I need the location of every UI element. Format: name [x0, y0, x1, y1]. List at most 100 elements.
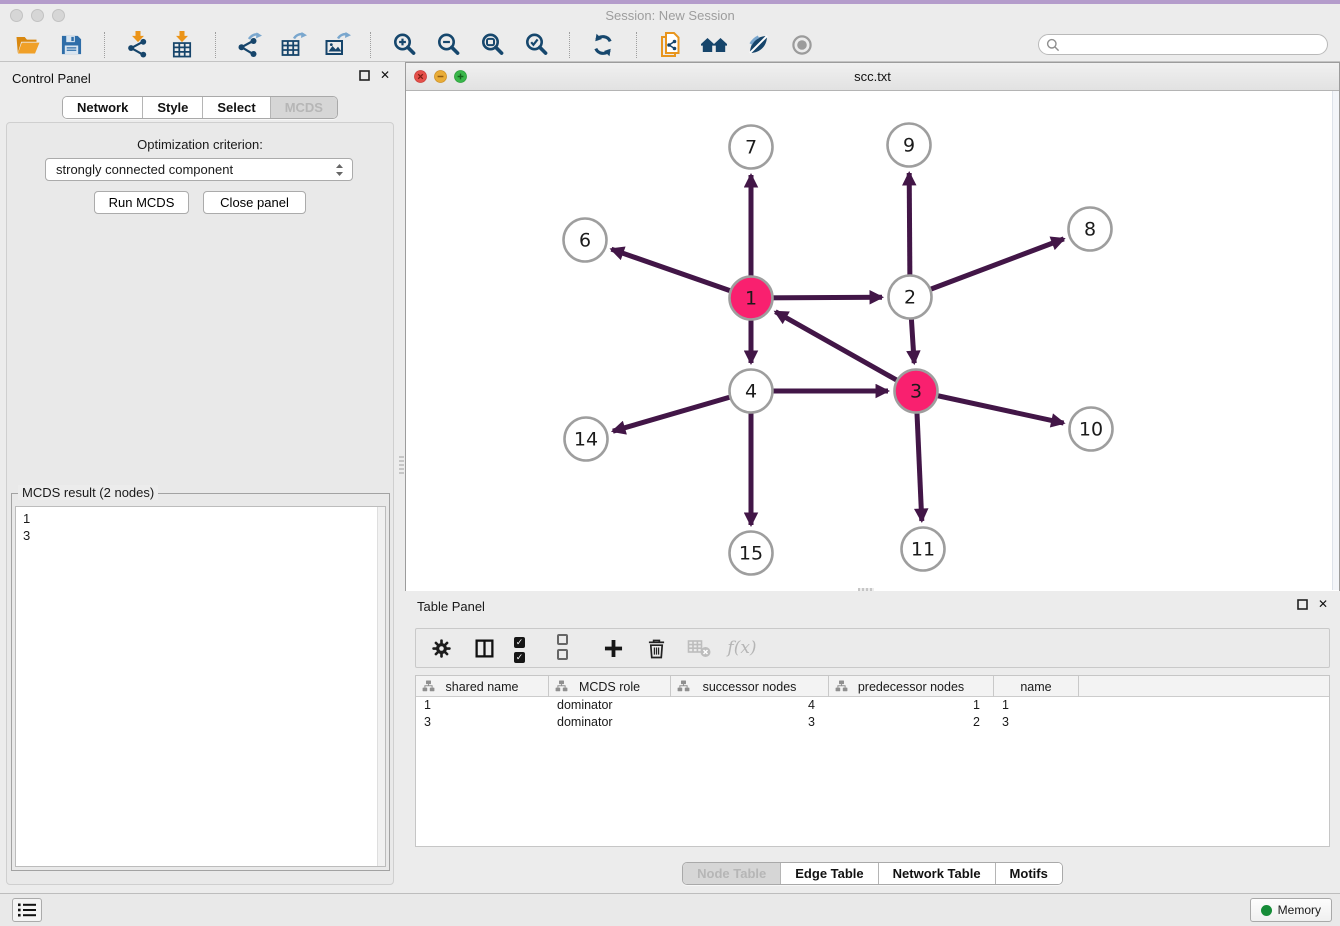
float-table-panel-icon[interactable] — [1297, 599, 1308, 610]
float-panel-icon[interactable] — [359, 70, 370, 81]
column-header-mcds-role[interactable]: MCDS role — [549, 676, 671, 697]
table-toolbar: ✓✓ — [415, 628, 1330, 668]
show-columns-button[interactable] — [471, 634, 497, 662]
svg-text:14: 14 — [574, 429, 598, 451]
import-network-icon — [126, 31, 150, 58]
export-network-button[interactable] — [234, 31, 264, 59]
zoom-out-button[interactable] — [433, 31, 463, 59]
result-scrollbar[interactable] — [377, 507, 385, 866]
save-session-button[interactable] — [56, 31, 86, 59]
table-tab-node-table[interactable]: Node Table — [683, 863, 780, 884]
checked-boxes-icon: ✓✓ — [514, 633, 540, 663]
table-tabs: Node TableEdge TableNetwork TableMotifs — [405, 862, 1340, 885]
open-session-button[interactable] — [12, 31, 42, 59]
cell-predecessor-nodes: 2 — [829, 714, 994, 730]
splitter-grip[interactable] — [399, 456, 404, 474]
export-image-button[interactable] — [322, 31, 352, 59]
result-line: 3 — [16, 527, 385, 544]
edge-2-8[interactable] — [910, 239, 1064, 297]
node-11[interactable]: 11 — [902, 528, 945, 571]
memory-button[interactable]: Memory — [1250, 898, 1332, 922]
columns-icon — [474, 638, 495, 659]
duplicate-network-button[interactable] — [655, 31, 685, 59]
zoom-fit-icon — [480, 32, 505, 57]
node-14[interactable]: 14 — [565, 418, 608, 461]
close-panel-icon[interactable]: ✕ — [380, 70, 390, 81]
mcds-result-group: MCDS result (2 nodes) 13 — [11, 493, 390, 871]
zoom-in-button[interactable] — [389, 31, 419, 59]
mcds-result-list[interactable]: 13 — [15, 506, 386, 867]
close-panel-button[interactable]: Close panel — [203, 191, 306, 214]
table-tab-motifs[interactable]: Motifs — [995, 863, 1062, 884]
fx-icon: f(x) — [727, 638, 756, 658]
zoom-selected-button[interactable] — [521, 31, 551, 59]
criterion-select[interactable]: strongly connected component — [45, 158, 353, 181]
tree-column-icon — [677, 680, 690, 692]
function-builder-button[interactable]: f(x) — [729, 634, 755, 662]
criterion-value: strongly connected component — [56, 162, 233, 177]
create-column-button[interactable] — [600, 634, 626, 662]
node-8[interactable]: 8 — [1069, 208, 1112, 251]
import-table-button[interactable] — [167, 31, 197, 59]
node-4[interactable]: 4 — [730, 370, 773, 413]
delete-table-button[interactable] — [686, 634, 712, 662]
column-header-predecessor-nodes[interactable]: predecessor nodes — [829, 676, 994, 697]
zoom-fit-button[interactable] — [477, 31, 507, 59]
node-6[interactable]: 6 — [564, 219, 607, 262]
tab-mcds[interactable]: MCDS — [270, 97, 337, 118]
svg-text:4: 4 — [745, 381, 757, 403]
svg-text:3: 3 — [910, 381, 922, 403]
search-input[interactable] — [1038, 34, 1328, 55]
column-header-name[interactable]: name — [994, 676, 1079, 697]
home-button[interactable] — [699, 31, 729, 59]
tab-select[interactable]: Select — [202, 97, 269, 118]
network-scrollbar[interactable] — [1332, 91, 1339, 590]
export-table-button[interactable] — [278, 31, 308, 59]
tab-style[interactable]: Style — [142, 97, 202, 118]
refresh-button[interactable] — [588, 31, 618, 59]
svg-text:11: 11 — [911, 539, 935, 561]
toolbar-separator — [569, 32, 570, 58]
cell-successor-nodes: 3 — [671, 714, 829, 730]
table-tab-edge-table[interactable]: Edge Table — [780, 863, 877, 884]
zoom-out-icon — [436, 32, 461, 57]
zoom-selected-icon — [524, 32, 549, 57]
delete-column-button[interactable] — [643, 634, 669, 662]
node-3[interactable]: 3 — [895, 370, 938, 413]
table-tab-network-table[interactable]: Network Table — [878, 863, 995, 884]
svg-text:6: 6 — [579, 230, 591, 252]
table-row[interactable]: 1dominator411 — [416, 697, 1329, 714]
tab-network[interactable]: Network — [63, 97, 142, 118]
app-window: Session: New Session — [0, 0, 1340, 926]
node-9[interactable]: 9 — [888, 124, 931, 167]
network-canvas[interactable]: 7 9 6 8 1 2 4 3 14 10 15 11 — [406, 91, 1339, 591]
node-2[interactable]: 2 — [889, 276, 932, 319]
tree-column-icon — [835, 680, 848, 692]
network-title: scc.txt — [406, 69, 1339, 84]
svg-text:8: 8 — [1084, 219, 1096, 241]
edge-3-1[interactable] — [775, 312, 916, 391]
table-row[interactable]: 3dominator323 — [416, 714, 1329, 731]
column-header-shared-name[interactable]: shared name — [416, 676, 549, 697]
show-graphics-button[interactable] — [787, 31, 817, 59]
run-mcds-button[interactable]: Run MCDS — [94, 191, 189, 214]
node-7[interactable]: 7 — [730, 126, 773, 169]
node-1[interactable]: 1 — [730, 277, 773, 320]
node-10[interactable]: 10 — [1070, 408, 1113, 451]
style-button[interactable] — [743, 31, 773, 59]
cell-name: 1 — [994, 697, 1079, 713]
status-bar: Memory — [0, 893, 1340, 926]
import-network-button[interactable] — [123, 31, 153, 59]
table-settings-button[interactable] — [428, 634, 454, 662]
table-body: 1dominator4113dominator323 — [416, 697, 1329, 730]
close-table-panel-icon[interactable]: ✕ — [1318, 599, 1328, 610]
refresh-icon — [591, 33, 615, 57]
column-header-successor-nodes[interactable]: successor nodes — [671, 676, 829, 697]
select-all-columns-button[interactable]: ✓✓ — [514, 634, 540, 662]
memory-status-icon — [1261, 905, 1272, 916]
unselect-all-columns-button[interactable] — [557, 634, 583, 662]
node-15[interactable]: 15 — [730, 532, 773, 575]
task-history-button[interactable] — [12, 898, 42, 922]
network-window-titlebar[interactable]: scc.txt — [406, 63, 1339, 91]
cell-shared-name: 3 — [416, 714, 549, 730]
